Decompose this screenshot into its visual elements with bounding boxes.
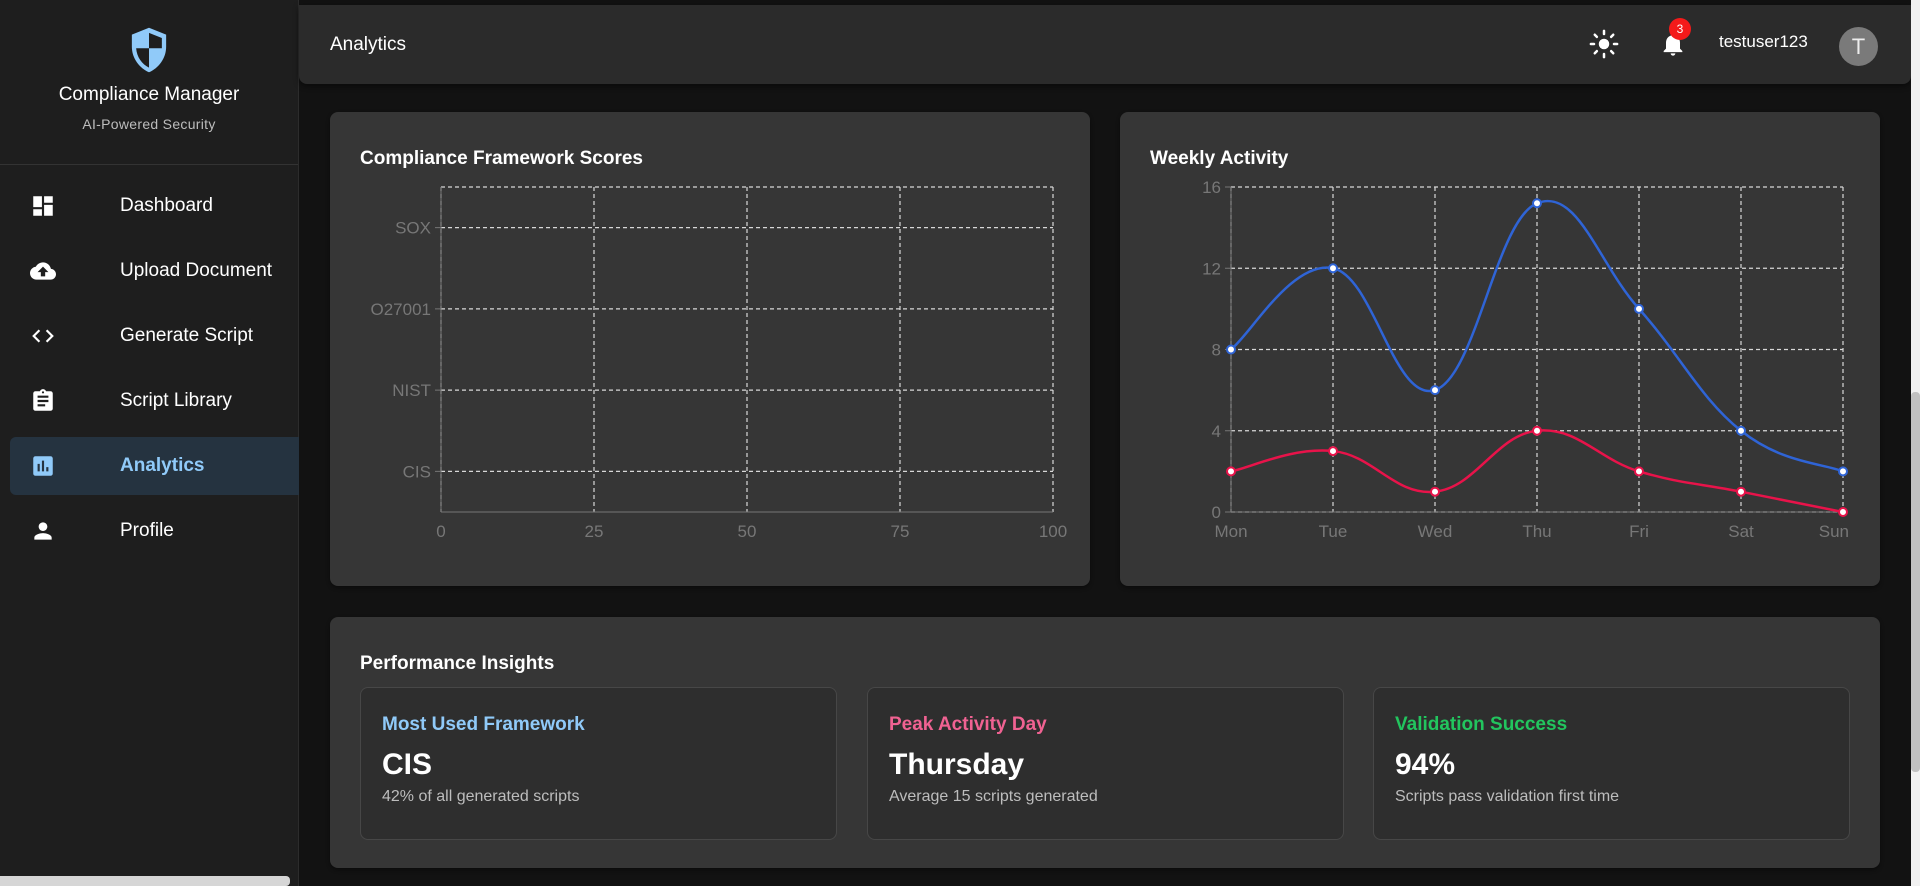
page-scrollbar-thumb[interactable] [1911,392,1920,772]
insight-subtext: 42% of all generated scripts [382,788,580,805]
app-title: Compliance Manager [58,84,240,105]
data-point [1226,466,1236,477]
x-tick-label: 100 [1039,522,1067,541]
brand-header: Compliance Manager AI-Powered Security [0,0,298,165]
framework-scores-card: Compliance Framework Scores 0 25 50 75 100 SO… [330,112,1090,586]
weekly-activity-card: Weekly Activity Mon Tue Wed Thu Fri Sat Sun 0 4 8… [1120,112,1880,586]
data-point [1532,425,1542,436]
code-icon [30,323,78,349]
sidebar-item-dashboard[interactable]: Dashboard [10,177,299,235]
sidebar-item-label: Generate Script [120,325,254,346]
data-point [1736,486,1746,497]
insight-heading: Validation Success [1395,714,1568,735]
sidebar-item-profile[interactable]: Profile [10,502,299,560]
cloud-upload-icon [30,258,78,284]
sidebar-item-label: Script Library [120,390,232,411]
bar-chart-icon [30,453,78,479]
data-point [1226,344,1236,355]
person-icon [30,518,78,544]
data-point [1736,425,1746,436]
sidebar-item-label: Analytics [120,455,205,476]
y-tick-label: SOX [395,219,431,238]
sidebar-item-label: Upload Document [120,260,273,281]
performance-insights-card: Performance Insights Most Used Framework… [330,617,1880,868]
weekly-activity-chart: Mon Tue Wed Thu Fri Sat Sun 0 4 8 12 16 [1202,178,1849,541]
username-label[interactable]: testuser123 [1719,32,1808,52]
y-tick-label: 12 [1202,259,1221,278]
insight-validation-success: Validation Success 94% Scripts pass vali… [1373,687,1850,840]
insight-most-used-framework: Most Used Framework CIS 42% of all gener… [360,687,837,840]
x-tick-label: 0 [436,522,445,541]
sidebar-item-upload-document[interactable]: Upload Document [10,242,299,300]
theme-toggle-button[interactable] [1587,27,1621,61]
sun-icon [1589,29,1619,59]
insight-heading: Peak Activity Day [889,714,1047,735]
app-subtitle: AI-Powered Security [82,116,216,132]
x-tick-label: Mon [1214,522,1247,541]
insight-subtext: Scripts pass validation first time [1395,788,1620,805]
insight-heading: Most Used Framework [382,714,585,735]
x-tick-label: Sat [1728,522,1754,541]
sidebar-item-generate-script[interactable]: Generate Script [10,307,299,365]
x-tick-label: Sun [1819,522,1849,541]
data-point [1328,263,1338,274]
sidebar-item-script-library[interactable]: Script Library [10,372,299,430]
sidebar: Compliance Manager AI-Powered Security D… [0,0,299,886]
y-tick-label: CIS [403,462,431,481]
y-tick-label: 4 [1212,422,1221,441]
data-point [1838,507,1848,517]
data-point [1634,466,1644,477]
insight-value: 94% [1395,748,1456,781]
notification-badge: 3 [1669,18,1691,40]
sidebar-item-label: Dashboard [120,195,213,216]
x-tick-label: Tue [1319,522,1348,541]
insight-subtext: Average 15 scripts generated [889,788,1098,805]
sidebar-horizontal-scrollbar[interactable] [0,876,290,886]
y-tick-label: 8 [1212,341,1221,360]
x-tick-label: Fri [1629,522,1649,541]
sidebar-item-analytics[interactable]: Analytics [10,437,299,495]
shield-icon [131,27,167,73]
data-point [1328,446,1338,457]
x-tick-label: 75 [891,522,910,541]
x-tick-label: Thu [1522,522,1551,541]
data-point [1634,303,1644,314]
data-point [1532,198,1542,209]
insight-peak-activity-day: Peak Activity Day Thursday Average 15 sc… [867,687,1344,840]
data-point [1838,466,1848,477]
y-tick-label: 0 [1212,503,1221,522]
insight-value: Thursday [889,748,1025,781]
performance-insights-title: Performance Insights [360,653,555,674]
y-tick-label: 16 [1202,178,1221,197]
x-tick-label: 25 [585,522,604,541]
page-title: Analytics [330,34,407,55]
y-tick-label: O27001 [371,300,432,319]
sidebar-item-label: Profile [120,520,174,541]
data-point [1430,486,1440,497]
x-tick-label: Wed [1418,522,1453,541]
x-tick-label: 50 [738,522,757,541]
dashboard-icon [30,193,78,219]
sidebar-nav: Dashboard Upload Document Generate Scrip… [0,177,299,560]
top-app-bar: Analytics 3 testuser123 T [299,5,1911,84]
framework-scores-chart: 0 25 50 75 100 SOX O27001 NIST CIS [371,186,1067,541]
y-tick-label: NIST [392,381,431,400]
avatar[interactable]: T [1839,27,1878,66]
clipboard-icon [30,388,78,414]
data-point [1430,385,1440,396]
insight-value: CIS [382,748,433,781]
